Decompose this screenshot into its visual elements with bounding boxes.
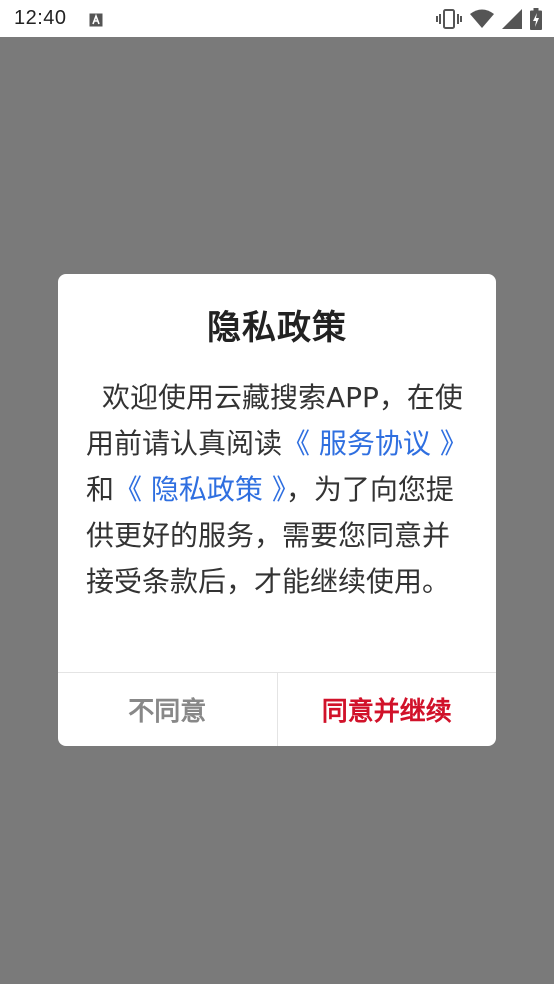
status-icons [436,7,542,30]
status-bar: 12:40 [0,0,554,37]
vibrate-icon [436,8,462,29]
dialog-body: 欢迎使用云藏搜索APP，在使用前请认真阅读《 服务协议 》和《 隐私政策 》，为… [86,375,468,605]
notification-a-icon [89,12,103,26]
dialog-title: 隐私政策 [207,308,347,348]
wifi-icon [470,9,494,29]
body-conjunction: 和 [86,473,115,506]
service-agreement-link[interactable]: 《 服务协议 》 [282,427,468,460]
status-time: 12:40 [14,7,67,29]
battery-icon [530,7,542,30]
signal-icon [502,8,522,29]
privacy-policy-link[interactable]: 《 隐私政策 》 [114,473,286,506]
decline-button[interactable]: 不同意 [58,673,278,746]
accept-continue-button[interactable]: 同意并继续 [278,673,497,746]
dialog-button-row: 不同意 同意并继续 [58,672,496,746]
privacy-dialog: 隐私政策 欢迎使用云藏搜索APP，在使用前请认真阅读《 服务协议 》和《 隐私政… [58,274,496,746]
